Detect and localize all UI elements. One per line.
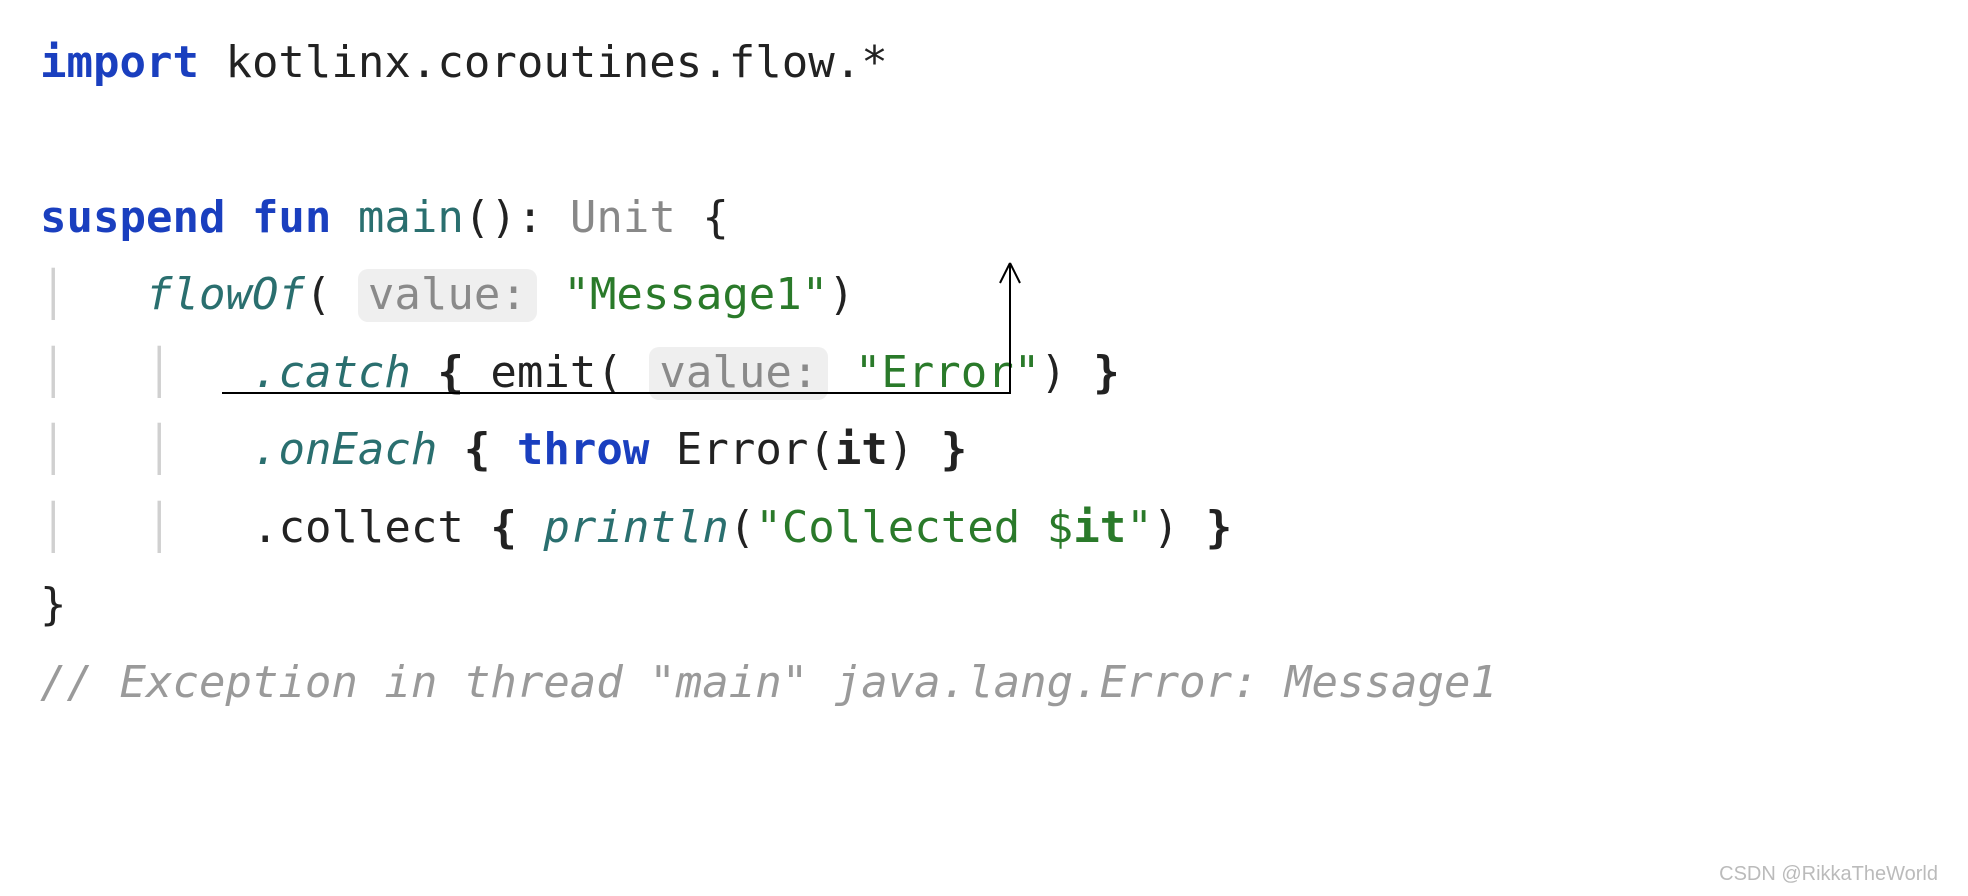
call-oneach: .onEach bbox=[252, 424, 437, 475]
str-message1: "Message1" bbox=[563, 269, 828, 320]
call-println: println bbox=[543, 502, 728, 553]
code-block: import kotlinx.coroutines.flow.* suspend… bbox=[0, 0, 1968, 721]
kw-suspend: suspend bbox=[40, 192, 225, 243]
kw-throw: throw bbox=[517, 424, 649, 475]
dollar: $ bbox=[1047, 502, 1074, 553]
kw-it-2: it bbox=[1073, 502, 1126, 553]
call-emit: emit bbox=[490, 347, 596, 398]
type-unit: Unit bbox=[570, 192, 676, 243]
call-catch: .catch bbox=[252, 347, 411, 398]
hint-value-2: value: bbox=[649, 347, 828, 400]
watermark-text: CSDN @RikkaTheWorld bbox=[1719, 863, 1938, 886]
kw-import: import bbox=[40, 37, 199, 88]
str-collected-suffix: " bbox=[1126, 502, 1153, 553]
kw-fun: fun bbox=[252, 192, 331, 243]
call-flowof: flowOf bbox=[146, 269, 305, 320]
str-error: "Error" bbox=[855, 347, 1040, 398]
fn-main: main bbox=[358, 192, 464, 243]
ctor-error: Error bbox=[676, 424, 808, 475]
str-collected-prefix: "Collected bbox=[755, 502, 1046, 553]
hint-value-1: value: bbox=[358, 269, 537, 322]
call-collect: .collect bbox=[252, 502, 464, 553]
import-target: kotlinx.coroutines.flow.* bbox=[225, 37, 887, 88]
output-comment: // Exception in thread "main" java.lang.… bbox=[40, 657, 1497, 708]
kw-it-1: it bbox=[835, 424, 888, 475]
